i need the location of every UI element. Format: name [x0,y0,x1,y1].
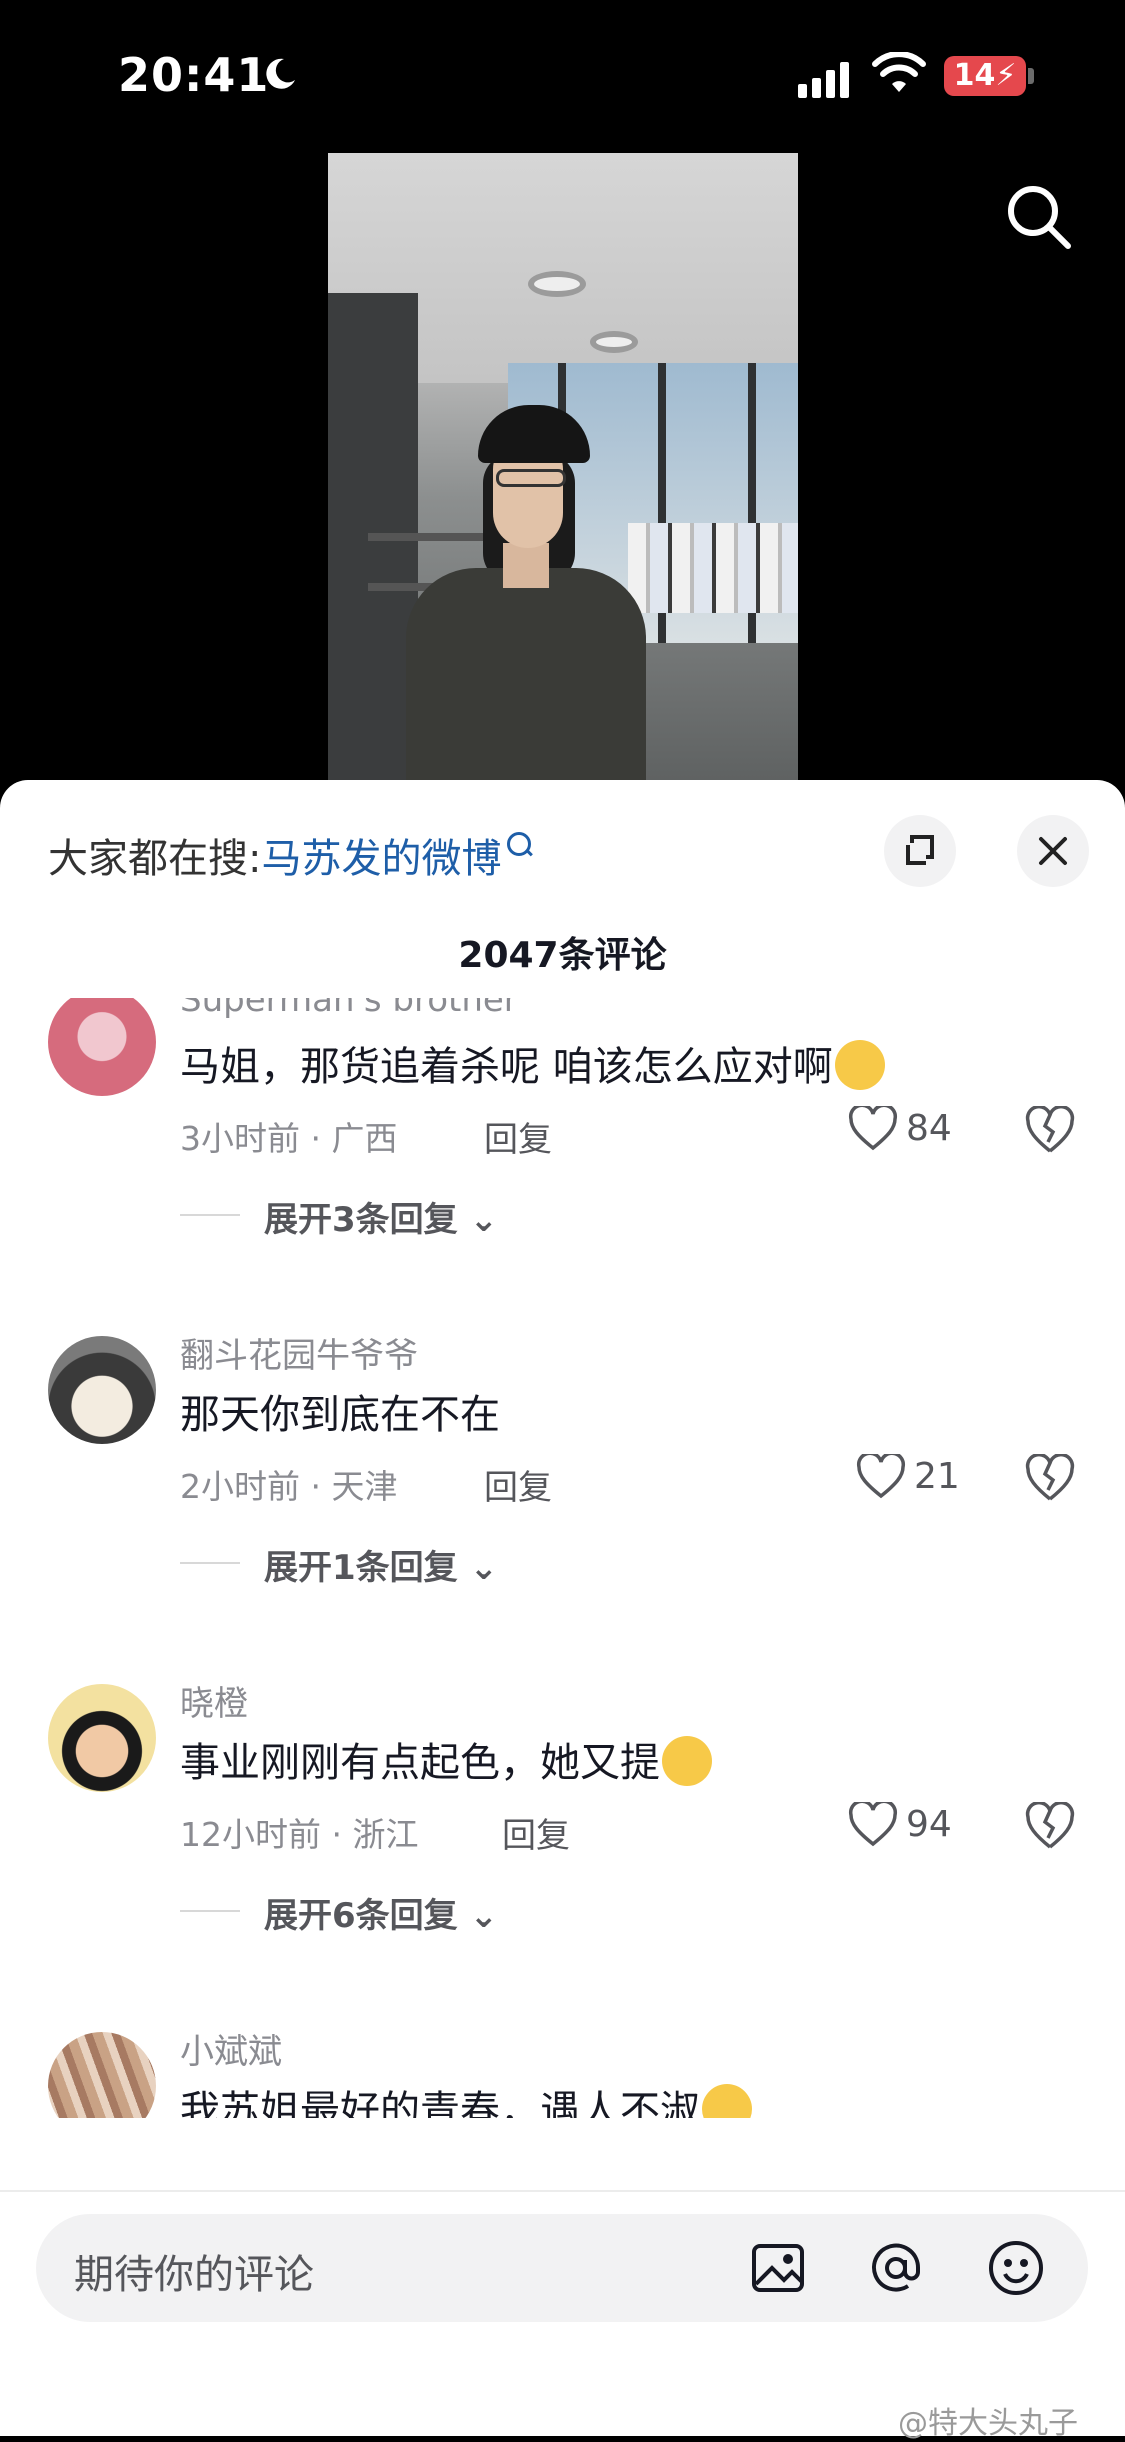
broken-heart-icon[interactable] [1024,1106,1076,1156]
hot-search-prefix: 大家都在搜: [48,836,262,882]
comment-text: 马姐，那货追着杀呢 咱该怎么应对啊 [180,1034,885,1094]
like-count: 94 [906,1804,952,1845]
search-icon[interactable] [1004,182,1074,252]
comment-meta: 3小时前 · 广西 [180,1119,398,1158]
chevron-down-icon: ⌄ [469,1896,499,1936]
wifi-icon [872,52,926,92]
comment-count: 2047条评论 [458,935,667,976]
comment-username[interactable]: 小斌斌 [180,2024,282,2073]
ceiling-light [590,331,638,353]
emoji-icon[interactable] [986,2238,1046,2298]
comment-body: 事业刚刚有点起色，她又提 [180,1740,660,1786]
status-bar: 20:41 14⚡ [0,0,1125,150]
comment-text: 我苏姐最好的青春，遇人不淑 [180,2078,752,2118]
chevron-down-icon: ⌄ [469,1200,499,1240]
comment-body: 我苏姐最好的青春，遇人不淑 [180,2088,700,2118]
comment-item: 晓橙 事业刚刚有点起色，她又提 12小时前 · 浙江 回复 94 展开6条回复 … [0,1664,1125,2004]
comment-username[interactable]: Superman's brother [180,998,518,1020]
store-shelf [368,533,498,541]
comment-username[interactable]: 晓橙 [180,1676,248,1725]
pleading-face-emoji [834,1040,885,1090]
like-count: 84 [906,1108,952,1149]
mention-icon[interactable] [866,2238,926,2298]
ceiling-light [528,271,586,297]
reply-button[interactable]: 回复 [484,1460,552,1509]
like-button[interactable]: 21 [856,1451,960,1504]
expand-replies-label: 展开6条回复 [264,1896,458,1936]
expand-icon [906,835,934,865]
heart-icon [856,1451,906,1499]
comment-meta: 2小时前 · 天津 [180,1467,398,1506]
like-button[interactable]: 84 [848,1103,952,1156]
close-icon [1039,837,1067,865]
broken-heart-icon[interactable] [1024,1802,1076,1852]
comment-input-placeholder: 期待你的评论 [74,2252,314,2298]
avatar[interactable] [48,2032,156,2118]
comment-sheet: 大家都在搜:马苏发的微博 2047条评论 Superman's brother … [0,780,1125,2436]
like-count: 21 [914,1456,960,1497]
comment-input[interactable]: 期待你的评论 [36,2214,1088,2322]
comment-username[interactable]: 翻斗花园牛爷爷 [180,1328,418,1377]
small-search-icon [507,832,532,856]
avatar[interactable] [48,998,156,1096]
comment-meta: 12小时前 · 浙江 [180,1815,419,1854]
expand-divider [180,1562,240,1564]
reply-button[interactable]: 回复 [502,1808,570,1857]
hot-search-banner[interactable]: 大家都在搜:马苏发的微博 [48,826,532,884]
close-sheet-button[interactable] [1017,815,1089,887]
expand-replies-label: 展开3条回复 [264,1200,458,1240]
expand-replies-button[interactable]: 展开1条回复 ⌄ [264,1540,498,1589]
avatar[interactable] [48,1684,156,1792]
reply-button[interactable]: 回复 [484,1112,552,1161]
expand-divider [180,1910,240,1912]
comment-list[interactable]: Superman's brother 马姐，那货追着杀呢 咱该怎么应对啊 3小时… [0,998,1125,2118]
moon-icon [266,58,295,89]
image-icon[interactable] [748,2238,808,2298]
expand-replies-button[interactable]: 展开6条回复 ⌄ [264,1888,498,1937]
battery-cap [1028,68,1034,84]
video-player[interactable] [328,153,798,780]
clothes-rack [628,523,798,613]
broken-heart-icon[interactable] [1024,1454,1076,1504]
expand-replies-label: 展开1条回复 [264,1548,458,1588]
hot-search-term[interactable]: 马苏发的微博 [261,836,501,882]
comment-text: 那天你到底在不在 [180,1392,500,1438]
charging-bolt-icon: ⚡ [995,58,1017,93]
like-button[interactable]: 94 [848,1799,952,1852]
comment-item: 小斌斌 我苏姐最好的青春，遇人不淑 [0,2012,1125,2118]
person-neck [503,543,549,588]
chevron-down-icon: ⌄ [469,1548,499,1588]
weibo-watermark: @特大头丸子 [898,2406,1078,2441]
person-glasses [496,469,566,487]
expand-divider [180,1214,240,1216]
loudly-crying-emoji [702,2084,752,2118]
comment-item: 翻斗花园牛爷爷 那天你到底在不在 2小时前 · 天津 回复 21 展开1条回复 … [0,1316,1125,1656]
comment-text: 事业刚刚有点起色，她又提 [180,1730,712,1790]
expand-sheet-button[interactable] [884,815,956,887]
expand-replies-button[interactable]: 展开3条回复 ⌄ [264,1192,498,1241]
heart-icon [848,1799,898,1847]
crying-laughing-emoji [662,1736,712,1786]
battery-indicator: 14⚡ [944,56,1026,96]
person-body [406,568,646,780]
status-time: 20:41 [118,48,270,102]
heart-icon [848,1103,898,1151]
avatar[interactable] [48,1336,156,1444]
comment-item: Superman's brother 马姐，那货追着杀呢 咱该怎么应对啊 3小时… [0,998,1125,1308]
battery-level: 14 [953,58,996,93]
comment-body: 马姐，那货追着杀呢 咱该怎么应对啊 [180,1044,833,1090]
